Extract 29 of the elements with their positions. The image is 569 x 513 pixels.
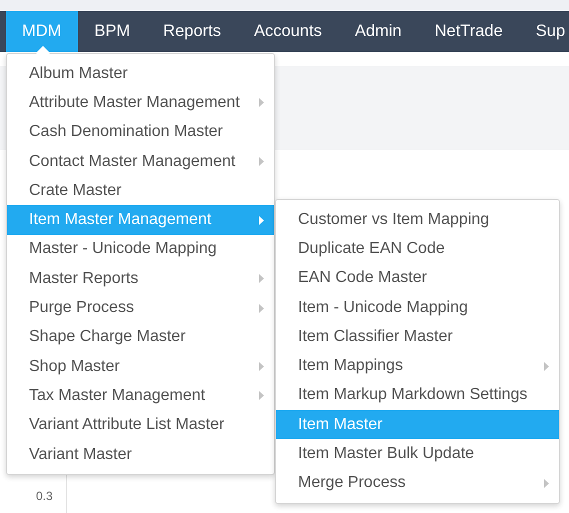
nav-tab[interactable]: NetTrade [418,11,520,52]
menu-item[interactable]: Attribute Master Management [7,88,274,118]
menu-item[interactable]: Item Mappings [276,351,559,381]
menu-item[interactable]: Item Master Bulk Update [276,439,559,469]
menu-item[interactable]: Album Master [7,59,274,88]
menu-item[interactable]: Master Reports [7,264,274,294]
menu-item[interactable]: Tax Master Management [7,381,274,411]
menu-item[interactable]: EAN Code Master [276,264,559,293]
menu-item[interactable]: Shop Master [7,352,274,382]
menu-item[interactable]: Merge Process [276,468,559,498]
menu-item[interactable]: Shape Charge Master [7,322,274,352]
menu-item[interactable]: Contact Master Management [7,146,274,176]
nav-tab[interactable]: Reports [147,11,238,52]
menu-item[interactable]: Item Markup Markdown Settings [276,380,559,410]
menu-item[interactable]: Crate Master [7,176,274,206]
menu-item[interactable]: Duplicate EAN Code [276,234,559,264]
nav-tab[interactable]: Admin [338,11,419,52]
menu-item[interactable]: Variant Attribute List Master [7,410,274,440]
menu-item[interactable]: Variant Master [7,440,274,470]
nav-tab[interactable]: Accounts [238,11,339,52]
menu-item[interactable]: Customer vs Item Mapping [276,205,559,234]
menu-item[interactable]: Item Classifier Master [276,322,559,352]
menu-item[interactable]: Master - Unicode Mapping [7,234,274,264]
menu-item[interactable]: Purge Process [7,293,274,323]
nav-tab[interactable]: BPM [78,11,148,52]
menu-item[interactable]: Cash Denomination Master [7,118,274,147]
axis-label: 0.3 [36,489,53,503]
nav-tab[interactable]: Sup [520,11,569,52]
menu-item[interactable]: Item - Unicode Mapping [276,292,559,322]
